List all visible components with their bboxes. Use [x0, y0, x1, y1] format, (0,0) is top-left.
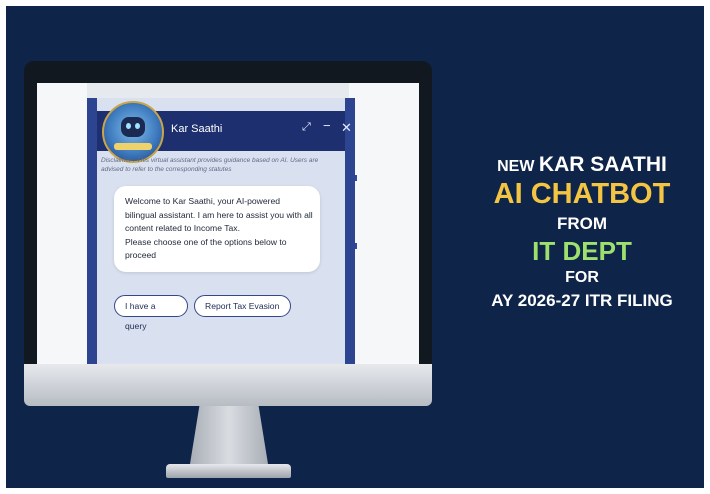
monitor-chin — [24, 364, 432, 406]
robot-eye-icon — [135, 123, 140, 129]
avatar-ribbon — [114, 143, 152, 150]
chatbot-title: Kar Saathi — [171, 123, 223, 135]
close-icon[interactable]: ✕ — [341, 120, 352, 136]
welcome-line: bilingual assistant. I am here to assist… — [125, 209, 313, 220]
page-background-right — [349, 83, 419, 364]
monitor: Kar Saathi ⤢ − ✕ Disclaimer : This virtu… — [24, 61, 432, 364]
i-have-a-query-button[interactable]: I have a query — [114, 295, 188, 331]
headline-ai-chatbot: AI CHATBOT — [493, 178, 671, 210]
welcome-line: Welcome to Kar Saathi, your AI-powered — [125, 196, 281, 206]
report-tax-evasion-button[interactable]: Report Tax Evasion — [194, 295, 291, 317]
headline-itr-filing: AY 2026-27 ITR FILING — [491, 291, 673, 310]
welcome-message: Welcome to Kar Saathi, your AI-powered b… — [114, 186, 320, 272]
robot-eye-icon — [126, 123, 131, 129]
welcome-line: Please choose one of the options below t… — [125, 236, 287, 247]
disclaimer-text: Disclaimer : This virtual assistant prov… — [101, 157, 319, 173]
headline: NEW KAR SAATHI AI CHATBOT FROM IT DEPT F… — [460, 154, 704, 309]
promo-graphic: Kar Saathi ⤢ − ✕ Disclaimer : This virtu… — [6, 6, 704, 488]
minimize-icon[interactable]: − — [323, 118, 331, 133]
headline-kar-saathi: KAR SAATHI — [538, 153, 667, 176]
monitor-stand-base — [166, 464, 291, 478]
monitor-stand-neck — [190, 406, 268, 464]
chatbot-avatar — [102, 101, 164, 163]
welcome-line: proceed — [125, 250, 157, 260]
headline-it-dept: IT DEPT — [532, 236, 632, 266]
monitor-screen: Kar Saathi ⤢ − ✕ Disclaimer : This virtu… — [37, 83, 419, 364]
headline-line-1: NEW KAR SAATHI — [460, 154, 704, 175]
headline-for: FOR — [565, 269, 599, 286]
headline-from: FROM — [556, 214, 608, 233]
expand-icon[interactable]: ⤢ — [302, 121, 311, 134]
chatbot-header: Kar Saathi ⤢ − ✕ — [97, 101, 352, 163]
robot-face-icon — [121, 117, 145, 137]
headline-new: NEW — [497, 158, 535, 175]
welcome-line: content related to Income Tax. — [125, 223, 240, 233]
chatbot-window: Kar Saathi ⤢ − ✕ Disclaimer : This virtu… — [87, 98, 355, 364]
page-background-left — [37, 83, 87, 364]
